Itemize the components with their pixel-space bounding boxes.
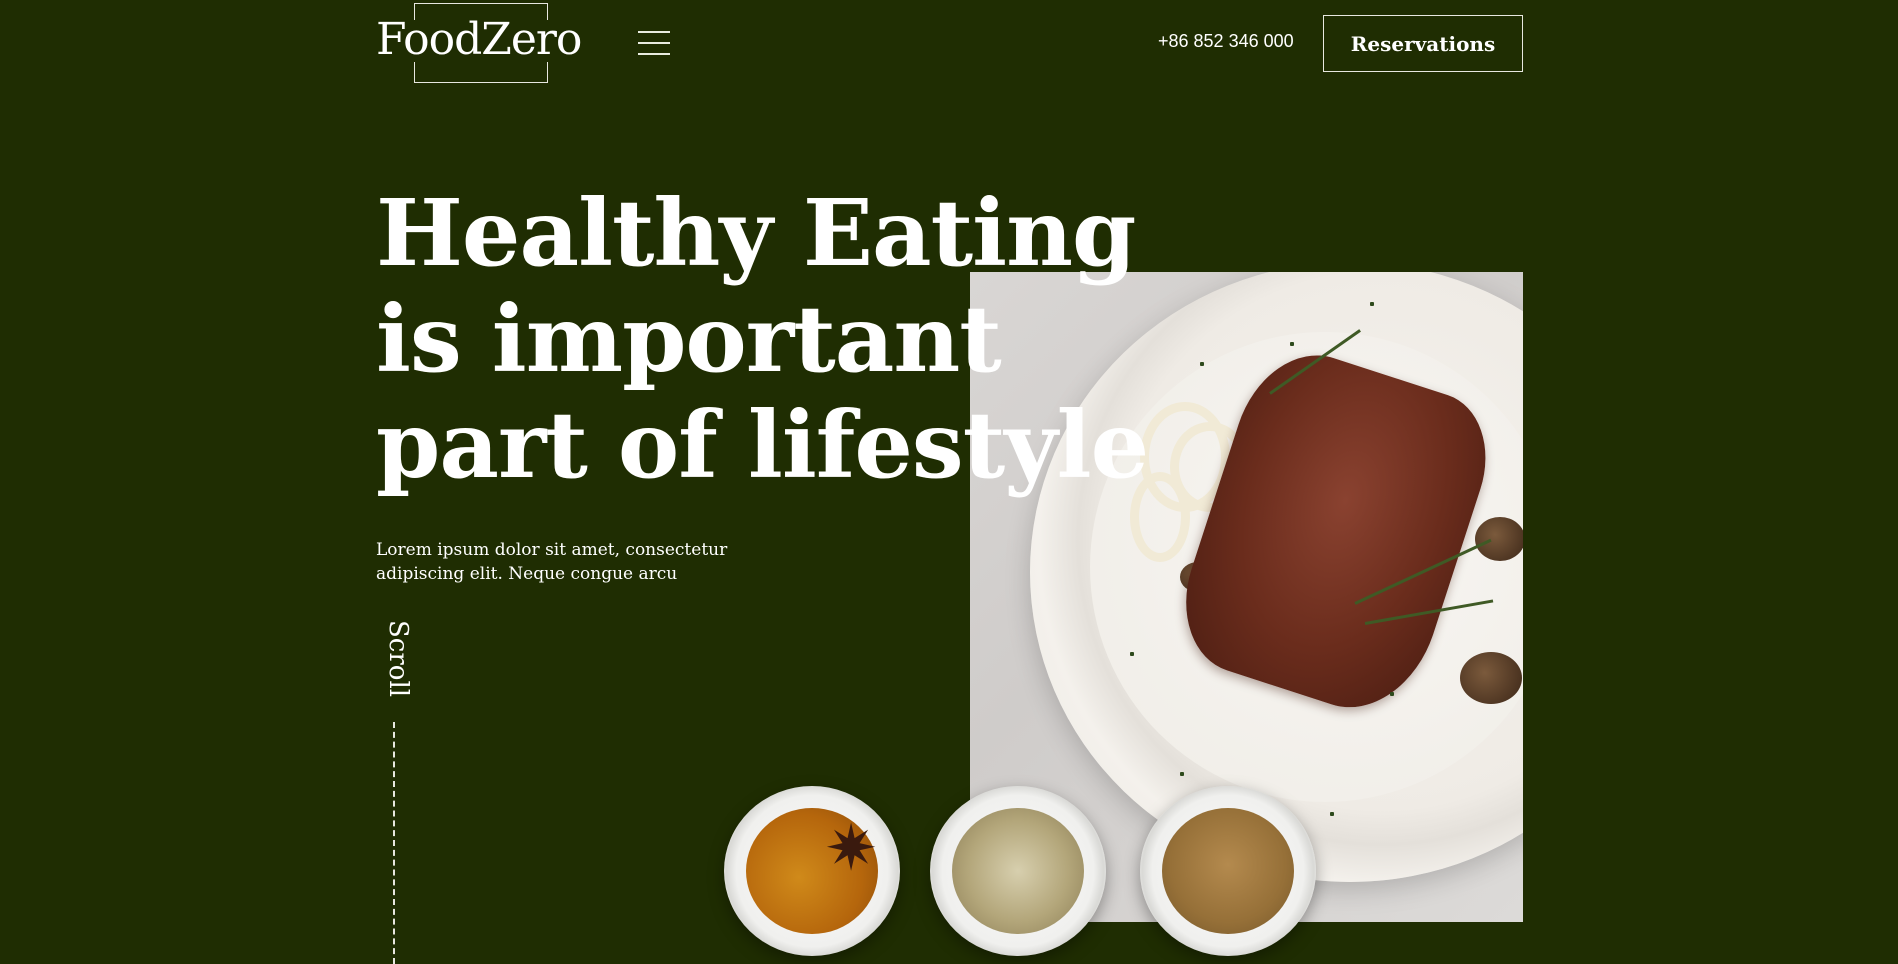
- reservations-button[interactable]: Reservations: [1323, 15, 1523, 72]
- hero-section: FoodZero +86 852 346 000 Reservations He…: [0, 0, 1898, 964]
- herb-fleck: [1180, 772, 1184, 776]
- herb-fleck: [1390, 692, 1394, 696]
- white-peppercorns: [952, 808, 1084, 934]
- logo[interactable]: FoodZero: [376, 14, 582, 66]
- scroll-dashed-line: [393, 722, 395, 964]
- herb-fleck: [1200, 362, 1204, 366]
- spice-bowl-cumin: [1140, 786, 1316, 956]
- spice-bowl-peppercorn: [930, 786, 1106, 956]
- herb-fleck: [1290, 342, 1294, 346]
- scroll-indicator[interactable]: Scroll: [383, 620, 413, 697]
- headline-line: is important: [376, 285, 1002, 393]
- headline-line: part of lifestyle: [376, 391, 1149, 499]
- mushroom: [1460, 652, 1522, 704]
- star-anise-icon: ✷: [824, 812, 878, 886]
- spice-bowl-turmeric: ✷: [724, 786, 900, 956]
- hero-headline: Healthy Eating is important part of life…: [376, 179, 1149, 499]
- phone-number[interactable]: +86 852 346 000: [1158, 31, 1294, 52]
- ground-spice: [1162, 808, 1294, 934]
- herb-fleck: [1330, 812, 1334, 816]
- herb-fleck: [1130, 652, 1134, 656]
- mushroom: [1475, 517, 1523, 561]
- herb-fleck: [1370, 302, 1374, 306]
- headline-line: Healthy Eating: [376, 179, 1136, 287]
- hamburger-menu-icon[interactable]: [638, 31, 670, 55]
- hero-lead-text: Lorem ipsum dolor sit amet, consectetur …: [376, 540, 728, 584]
